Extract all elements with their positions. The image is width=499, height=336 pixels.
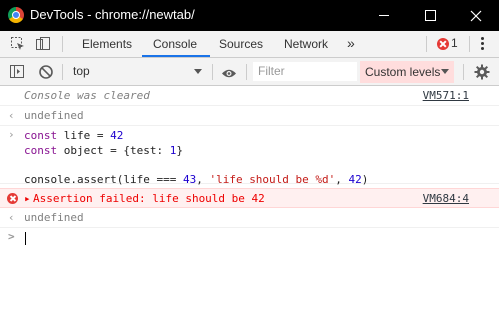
chevron-down-icon [194,69,202,74]
toolbar-divider [469,36,470,52]
window-title: DevTools - chrome://newtab/ [30,7,195,22]
chevron-down-icon [441,69,449,74]
result-value: undefined [24,109,84,122]
source-link[interactable]: VM571:1 [423,89,469,102]
error-icon [7,193,18,204]
toolbar-divider [463,64,464,80]
more-tabs-button[interactable]: » [347,35,355,51]
console-prompt[interactable]: > [0,228,499,248]
context-selector[interactable]: top [66,58,206,85]
close-icon [470,10,482,21]
maximize-button[interactable] [407,0,453,31]
result-value: undefined [24,211,84,224]
device-toolbar-icon[interactable] [35,36,51,52]
log-levels-dropdown[interactable]: Custom levels [360,61,454,83]
console-message: Console was cleared VM571:1 [0,86,499,106]
filter-input[interactable]: Filter [253,62,357,81]
more-options-icon[interactable] [481,37,485,53]
minimize-icon [379,15,389,16]
toolbar-divider [62,64,63,80]
sidebar-toggle-icon[interactable] [9,64,25,80]
minimize-button[interactable] [361,0,407,31]
error-text: Assertion failed: life should be 42 [33,192,265,205]
console-error-message: ▸ Assertion failed: life should be 42 VM… [0,188,499,208]
maximize-icon [424,10,436,21]
tab-elements[interactable]: Elements [82,31,132,57]
active-tab-indicator [142,55,210,57]
console-cleared-text: Console was cleared [24,89,150,102]
devtools-tab-bar: Elements Console Sources Network » 1 [0,31,499,58]
log-levels-label: Custom levels [365,65,441,79]
close-button[interactable] [453,0,499,31]
console-result: ‹ undefined [0,106,499,126]
tab-network[interactable]: Network [284,31,328,57]
input-chevron-icon: › [8,128,15,141]
toolbar-divider [62,36,63,52]
inspect-element-icon[interactable] [10,36,26,52]
result-arrow-icon: ‹ [8,109,15,122]
live-expression-eye-icon[interactable] [221,66,237,78]
tab-console[interactable]: Console [153,31,197,57]
context-value: top [73,64,90,78]
toolbar-divider [246,64,247,80]
console-result: ‹ undefined [0,208,499,228]
input-code: const life = 42 const object = {test: 1}… [24,129,368,187]
toolbar-divider [212,64,213,80]
error-icon[interactable] [437,38,449,50]
code-line: const object = {test: 1} [24,143,183,157]
console-output: Console was cleared VM571:1 ‹ undefined … [0,86,499,336]
clear-console-icon[interactable] [38,64,54,80]
console-toolbar: top Filter Custom levels [0,58,499,86]
toolbar-divider [426,36,427,52]
title-bar: DevTools - chrome://newtab/ [0,0,499,31]
error-expand-icon[interactable]: ▸ [24,192,31,205]
source-link[interactable]: VM684:4 [423,192,469,205]
error-count[interactable]: 1 [451,36,458,50]
prompt-chevron-icon: > [8,230,15,243]
result-arrow-icon: ‹ [8,211,15,224]
tab-sources[interactable]: Sources [219,31,263,57]
chrome-logo-icon [8,7,24,23]
console-settings-gear-icon[interactable] [474,64,490,85]
console-input-block: › const life = 42 const object = {test: … [0,126,499,187]
code-line: const life = 42 [24,129,124,142]
code-line: console.assert(life === 43, 'life should… [24,172,369,186]
text-cursor [25,232,26,245]
